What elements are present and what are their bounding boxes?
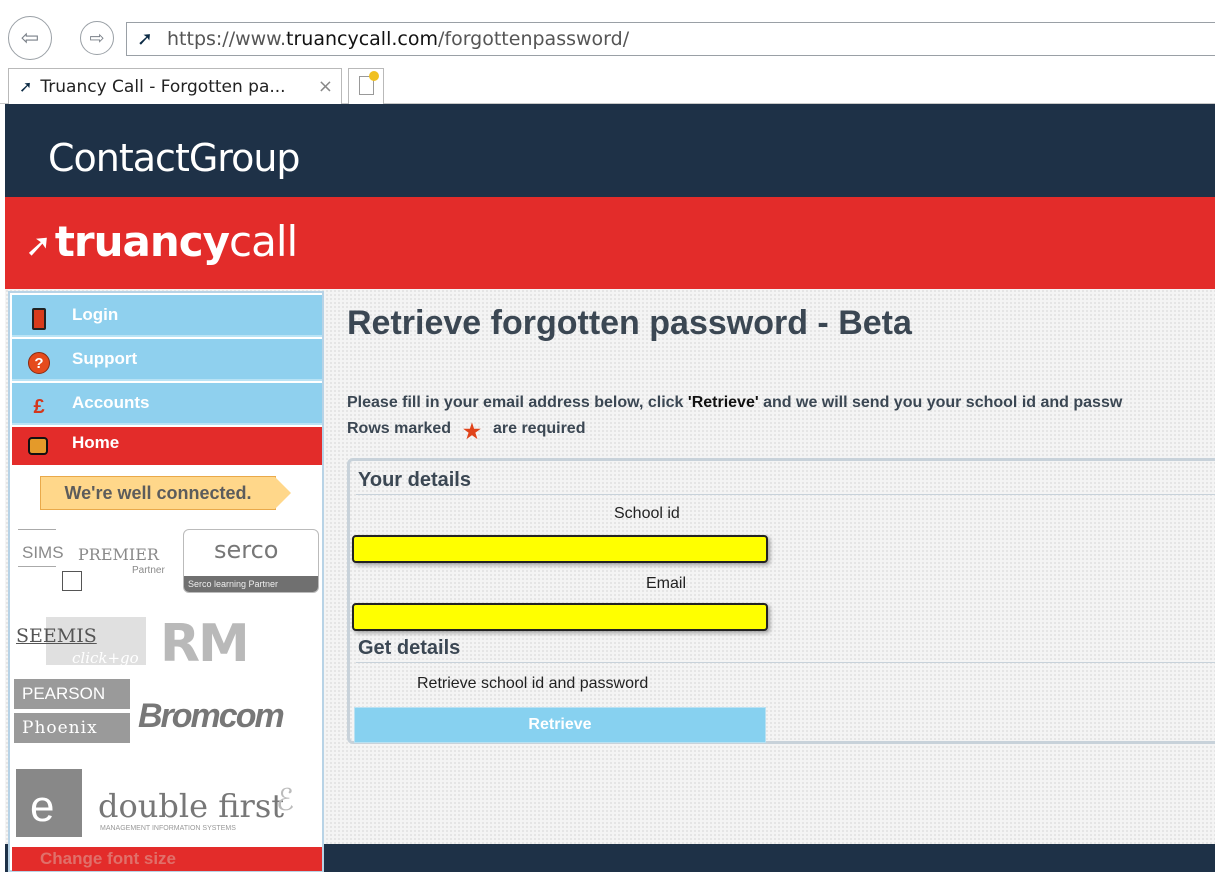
rm-logo[interactable]: RM [160,617,320,671]
required-text-2: are required [492,419,586,437]
pearson-phoenix-logo[interactable]: PEARSON Phoenix [14,679,130,743]
intro-part-2: and we will send you your school id and … [758,394,1123,411]
school-id-input[interactable] [352,535,768,563]
serco-bar: Serco learning Partner [184,576,318,592]
door-icon [32,308,46,330]
address-bar-row: ⇦ ⇨ ➚ https://www. truancycall.com/forgot… [0,0,1215,62]
retrieve-caption: Retrieve school id and password [417,675,649,692]
required-note: Rows marked ★ are required [347,416,586,444]
url-field[interactable]: ➚ https://www. truancycall.com/forgottenp… [126,22,1215,56]
contactgroup-logo[interactable]: ContactGroup [48,136,301,180]
forward-arrow-icon: ⇨ [89,27,105,49]
home-icon [28,437,48,455]
new-tab-button[interactable] [348,68,384,104]
sidebar-item-label: Login [72,305,119,324]
pearson-text: PEARSON [14,679,130,709]
sidebar-item-support[interactable]: ? Support [12,339,322,381]
tab-title: Truancy Call - Forgotten pa... [40,76,286,97]
page-title: Retrieve forgotten password - Beta [347,304,912,342]
logo-light: call [229,217,298,266]
sidebar-item-home[interactable]: Home [12,427,322,465]
question-icon: ? [28,352,50,374]
url-path: /forgottenpassword/ [437,28,630,50]
sims-premier-logo[interactable]: SIMS PREMIER Partner [18,529,166,591]
tab-favicon-icon: ➚ [19,77,33,96]
retrieve-button[interactable]: Retrieve [354,707,766,743]
email-label: Email [646,575,687,592]
accounts-icon: £ [33,395,45,418]
sidebar-item-login[interactable]: Login [12,295,322,337]
url-prefix: https://www. [167,28,287,50]
sims-premier-text: PREMIER [78,545,159,564]
well-connected-banner: We're well connected. [40,476,291,510]
serco-logo[interactable]: serco Serco learning Partner [183,529,319,593]
site-favicon-icon: ➚ [137,28,153,50]
double-first-subtext: MANAGEMENT INFORMATION SYSTEMS [100,825,236,832]
url-domain: truancycall.com [286,28,438,50]
seemis-subtext: click+go [72,649,139,667]
tab-strip: ➚ Truancy Call - Forgotten pa... × [0,62,1215,104]
sidebar-item-label: Support [72,349,138,368]
back-button[interactable]: ⇦ [8,16,52,60]
sidebar-item-label: Accounts [72,393,150,412]
seemis-logo[interactable]: SEEMIS click+go [16,617,156,669]
double-first-text: double first [98,787,285,825]
seemis-text: SEEMIS [16,625,97,647]
double-first-logo[interactable]: e double first MANAGEMENT INFORMATION SY… [16,769,326,839]
required-text-1: Rows marked [347,419,452,437]
sidebar-item-accounts[interactable]: £ Accounts [12,383,322,425]
intro-part-1: Please fill in your email address below,… [347,394,688,411]
section-your-details: Your details [356,465,1215,495]
intro-retrieve: 'Retrieve' [687,394,759,411]
truancycall-logo[interactable]: ➚truancycall [25,217,298,266]
form-panel: Your details School id Email Get details… [347,458,1215,744]
sims-text: SIMS [22,543,64,562]
section-get-details: Get details [356,633,1215,663]
back-arrow-icon: ⇦ [20,25,40,51]
required-star-icon: ★ [463,421,481,443]
sims-partner-text: Partner [132,565,165,576]
web-page: ContactGroup ➚truancycall Login ? Suppor… [5,104,1215,872]
school-id-label: School id [614,505,680,522]
tab-truancy-call[interactable]: ➚ Truancy Call - Forgotten pa... × [8,68,342,104]
email-input[interactable] [352,603,768,631]
serco-text: serco [214,536,279,564]
phoenix-text: Phoenix [14,713,130,743]
tab-close-icon[interactable]: × [318,76,333,97]
new-tab-star-icon [369,71,379,81]
change-font-size-button[interactable]: Change font size [12,847,322,871]
logo-bold: truancy [54,217,230,266]
truancycall-arrow-icon: ➚ [25,226,52,264]
contactgroup-header: ContactGroup [5,104,1215,197]
intro-text: Please fill in your email address below,… [347,394,1122,412]
forward-button[interactable]: ⇨ [80,21,114,55]
sidebar-item-label: Home [72,433,120,452]
sidebar: Login ? Support £ Accounts Home We're we… [8,291,324,872]
double-first-e-icon: e [16,769,82,837]
truancycall-header: ➚truancycall [5,197,1215,289]
bromcom-logo[interactable]: Bromcom [138,697,285,736]
sims-square-icon [62,571,82,591]
double-first-mark-icon: ℰ [276,783,295,818]
